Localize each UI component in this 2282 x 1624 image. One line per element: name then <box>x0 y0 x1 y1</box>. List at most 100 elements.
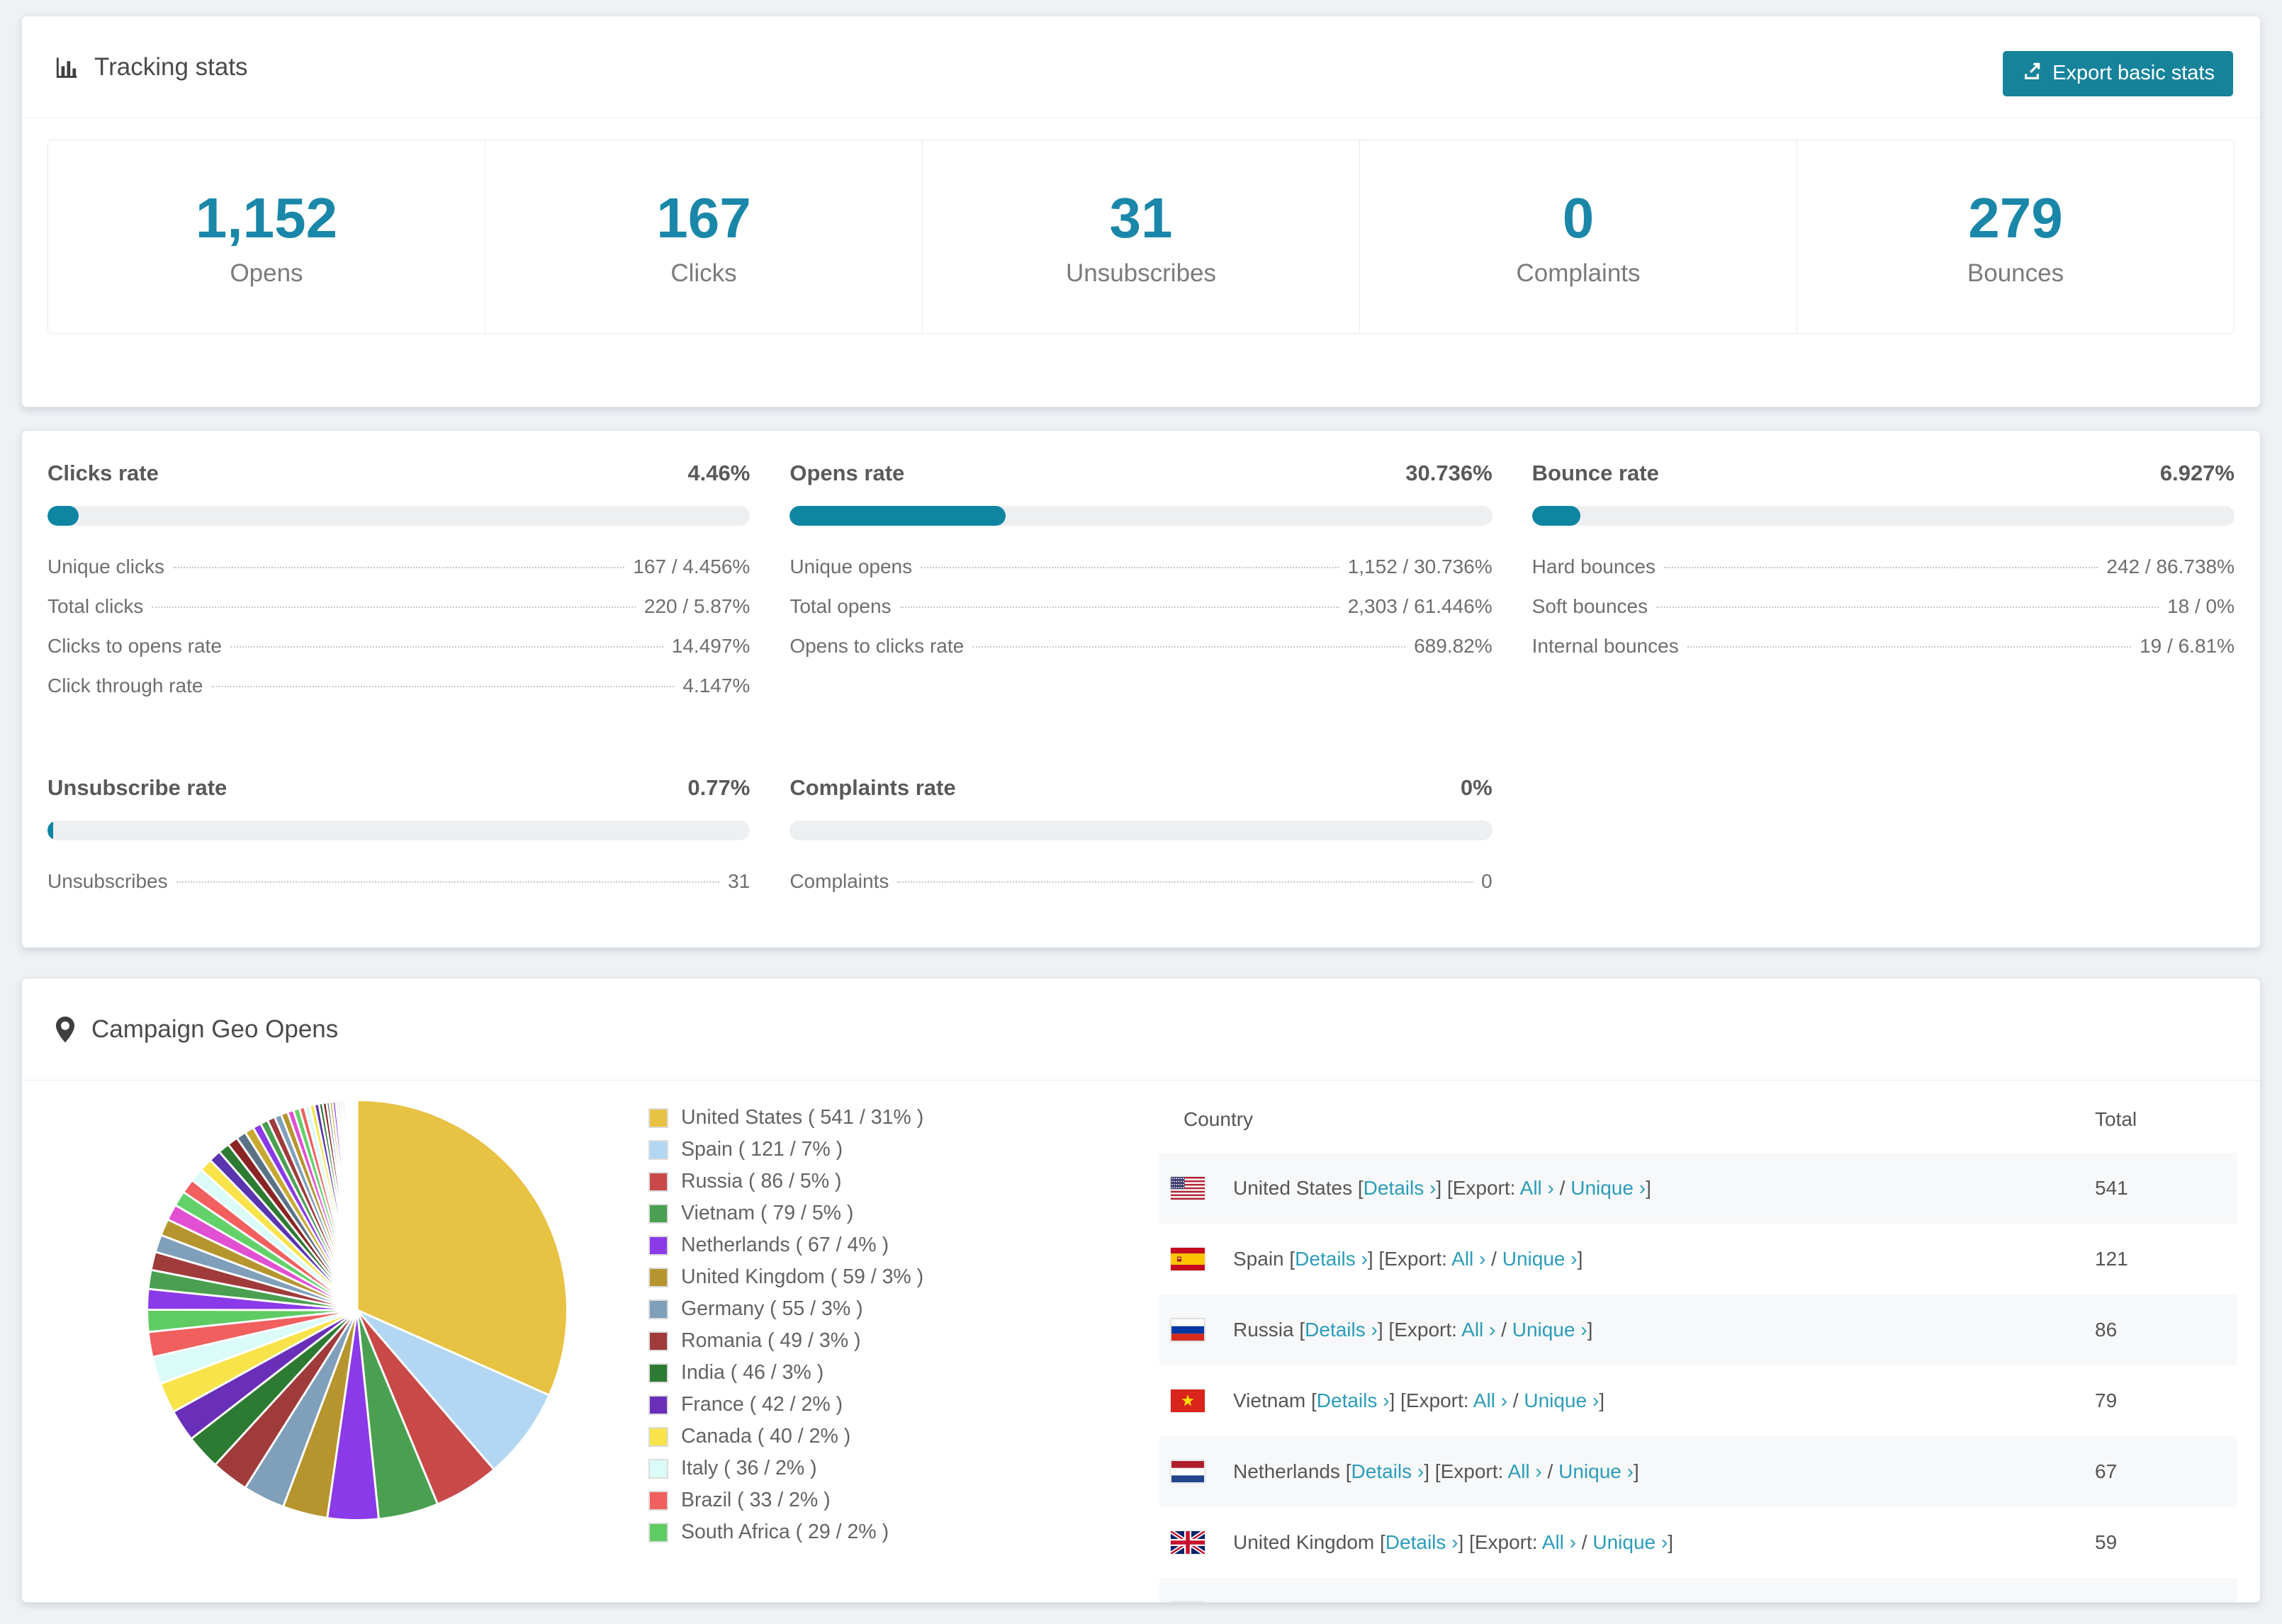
tracking-stats-card: Tracking stats Export basic stats 1,152 O… <box>21 16 2261 407</box>
legend-swatch <box>648 1267 668 1287</box>
rate-row-label: Unique opens <box>789 556 913 577</box>
legend-label: Vietnam ( 79 / 5% ) <box>681 1202 854 1224</box>
dotted-leader <box>230 646 663 648</box>
total-cell: 55 <box>2095 1602 2237 1603</box>
stat-value: 279 <box>1968 186 2063 249</box>
export-all-link[interactable]: All › <box>1542 1531 1576 1553</box>
dotted-leader <box>152 607 636 608</box>
export-unique-link[interactable]: Unique › <box>1502 1248 1578 1270</box>
flag-ru-icon <box>1171 1319 1205 1341</box>
rate-row-value: 14.497% <box>671 635 751 657</box>
stat-complaints: 0 Complaints <box>1360 140 1797 333</box>
details-link[interactable]: Details › <box>1305 1319 1378 1341</box>
geo-table-row-us: United States [Details ›] [Export: All ›… <box>1159 1153 2237 1224</box>
geo-legend: United States ( 541 / 31% ) Spain ( 121 /… <box>648 1102 923 1548</box>
geo-table-row-vn: Vietnam [Details ›] [Export: All › / Uni… <box>1159 1365 2237 1436</box>
dotted-leader <box>211 686 675 687</box>
flag-gb-icon <box>1171 1531 1205 1554</box>
bar-chart-icon <box>53 54 80 81</box>
export-basic-stats-label: Export basic stats <box>2052 62 2215 84</box>
details-link[interactable]: Details › <box>1326 1602 1399 1603</box>
dotted-leader <box>1664 567 2098 568</box>
export-all-link[interactable]: All › <box>1483 1602 1517 1603</box>
legend-label: Romania ( 49 / 3% ) <box>681 1329 861 1352</box>
rate-row-value: 2,303 / 61.446% <box>1347 595 1493 617</box>
legend-swatch <box>648 1331 668 1351</box>
rate-row-label: Opens to clicks rate <box>789 635 965 657</box>
rates-card: Clicks rate 4.46% Unique clicks 167 / 4.456… <box>21 430 2261 948</box>
rate-block-opens-rate: Opens rate 30.736% Unique opens 1,152 / 30.… <box>789 461 1493 714</box>
total-cell: 79 <box>2095 1389 2118 1411</box>
export-all-link[interactable]: All › <box>1461 1319 1495 1341</box>
rates-grid: Clicks rate 4.46% Unique clicks 167 / 4.456… <box>22 431 2260 940</box>
rate-row-label: Unique clicks <box>47 556 164 577</box>
country-column-header: Country <box>1184 1108 1254 1130</box>
tracking-stats-header: Tracking stats Export basic stats <box>22 16 2260 118</box>
export-unique-link[interactable]: Unique › <box>1524 1389 1599 1411</box>
details-link[interactable]: Details › <box>1351 1460 1424 1482</box>
dotted-leader <box>1687 646 2132 648</box>
export-all-link[interactable]: All › <box>1520 1177 1554 1199</box>
tracking-stats-title: Tracking stats <box>53 53 248 81</box>
rate-row-label: Clicks to opens rate <box>47 635 222 657</box>
export-unique-link[interactable]: Unique › <box>1592 1531 1668 1553</box>
stat-label: Opens <box>230 259 303 287</box>
rate-block-unsubscribe-rate: Unsubscribe rate 0.77% Unsubscribes 31 <box>47 775 751 910</box>
country-cell: Vietnam [Details ›] [Export: All › / Uni… <box>1159 1389 2095 1412</box>
dotted-leader <box>176 881 720 883</box>
dotted-leader <box>972 646 1406 648</box>
export-unique-link[interactable]: Unique › <box>1512 1319 1587 1341</box>
legend-swatch <box>648 1299 668 1319</box>
progress-fill <box>789 506 1006 526</box>
export-unique-link[interactable]: Unique › <box>1558 1460 1634 1482</box>
stat-label: Bounces <box>1967 259 2064 287</box>
legend-item: France ( 42 / 2% ) <box>648 1389 923 1421</box>
legend-item: Netherlands ( 67 / 4% ) <box>648 1229 923 1261</box>
stat-unsubscribes: 31 Unsubscribes <box>923 140 1360 333</box>
dotted-leader <box>899 607 1339 608</box>
geo-table: Country Total United States [Details ›] … <box>1159 1086 2237 1603</box>
export-all-link[interactable]: All › <box>1451 1248 1485 1270</box>
geo-table-row-es: Spain [Details ›] [Export: All › / Uniqu… <box>1159 1224 2237 1295</box>
details-link[interactable]: Details › <box>1295 1248 1368 1270</box>
export-unique-link[interactable]: Unique › <box>1533 1602 1608 1603</box>
rate-row-value: 242 / 86.738% <box>2106 556 2235 577</box>
legend-item: India ( 46 / 3% ) <box>648 1357 923 1389</box>
rate-row: Unique opens 1,152 / 30.736% <box>789 556 1492 595</box>
rate-row: Hard bounces 242 / 86.738% <box>1532 556 2235 595</box>
progress-track <box>47 506 751 526</box>
geo-title: Campaign Geo Opens <box>53 1015 338 1044</box>
details-link[interactable]: Details › <box>1386 1531 1458 1553</box>
rate-value: 4.46% <box>687 461 751 485</box>
rate-row-value: 689.82% <box>1414 635 1493 657</box>
country-cell-text: Netherlands [Details ›] [Export: All › /… <box>1233 1460 1639 1482</box>
dotted-leader <box>172 567 625 568</box>
country-cell-text: Spain [Details ›] [Export: All › / Uniqu… <box>1233 1248 1583 1270</box>
total-cell: 86 <box>2095 1319 2118 1341</box>
legend-swatch <box>648 1426 668 1447</box>
stat-value: 0 <box>1562 186 1595 249</box>
export-unique-link[interactable]: Unique › <box>1570 1177 1646 1199</box>
country-cell: Spain [Details ›] [Export: All › / Uniqu… <box>1159 1248 2095 1270</box>
country-cell: Netherlands [Details ›] [Export: All › /… <box>1159 1460 2095 1483</box>
rate-row-label: Soft bounces <box>1531 595 1648 617</box>
geo-pie-chart <box>146 1099 568 1521</box>
rate-row-value: 220 / 5.87% <box>643 595 751 617</box>
rate-row: Clicks to opens rate 14.497% <box>47 635 750 675</box>
legend-swatch <box>648 1107 668 1128</box>
rate-value: 0.77% <box>687 775 751 800</box>
dotted-leader <box>897 881 1473 883</box>
legend-swatch <box>648 1139 668 1160</box>
legend-swatch <box>648 1363 668 1383</box>
country-cell-text: United Kingdom [Details ›] [Export: All … <box>1233 1531 1673 1553</box>
details-link[interactable]: Details › <box>1364 1177 1437 1199</box>
legend-label: United Kingdom ( 59 / 3% ) <box>681 1265 924 1288</box>
export-basic-stats-button[interactable]: Export basic stats <box>2003 50 2233 96</box>
geo-table-row-nl: Netherlands [Details ›] [Export: All › /… <box>1159 1436 2237 1507</box>
progress-track <box>789 821 1493 840</box>
export-all-link[interactable]: All › <box>1473 1389 1507 1411</box>
export-all-link[interactable]: All › <box>1508 1460 1542 1482</box>
legend-item: United Kingdom ( 59 / 3% ) <box>648 1261 923 1293</box>
country-cell-text: Germany [Details ›] [Export: All › / Uni… <box>1233 1602 1614 1603</box>
details-link[interactable]: Details › <box>1317 1389 1390 1411</box>
